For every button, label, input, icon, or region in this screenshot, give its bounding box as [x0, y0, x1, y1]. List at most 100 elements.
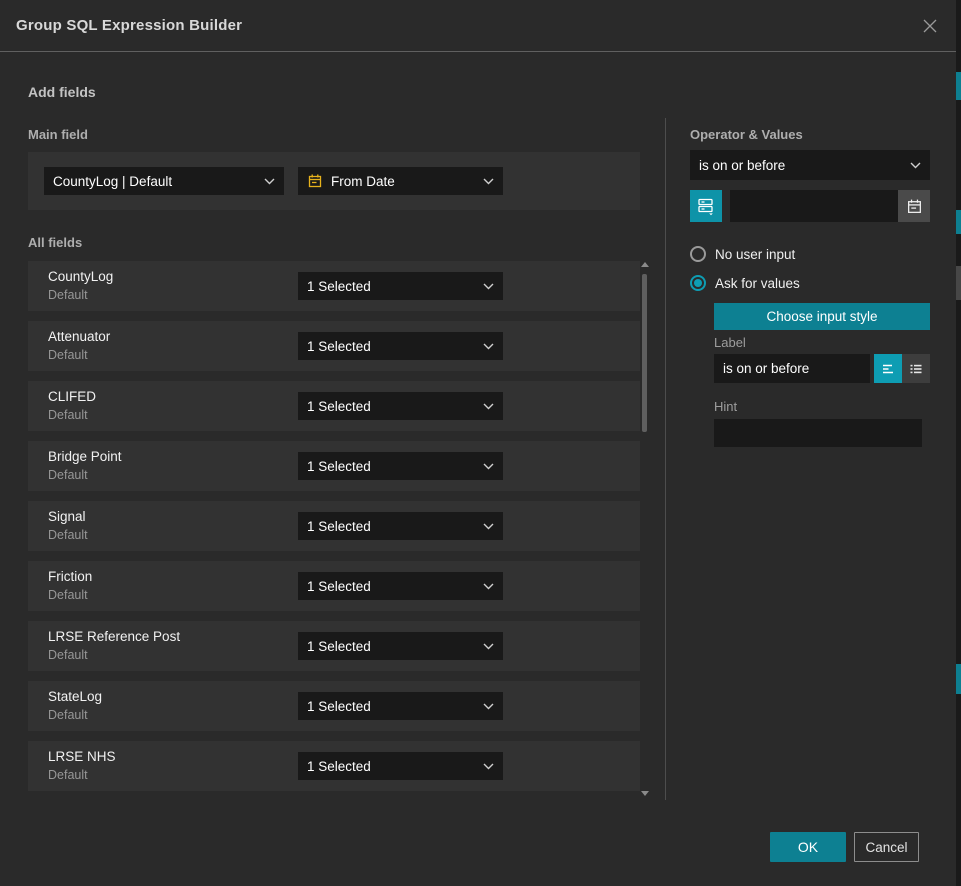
field-values-select[interactable]: 1 Selected [298, 572, 503, 600]
field-values-select[interactable]: 1 Selected [298, 512, 503, 540]
field-row: Friction Default 1 Selected [28, 561, 640, 611]
field-default-label: Default [48, 348, 88, 362]
scrollbar-thumb[interactable] [642, 274, 647, 432]
chevron-down-icon [483, 523, 494, 530]
field-row: Bridge Point Default 1 Selected [28, 441, 640, 491]
field-row: LRSE NHS Default 1 Selected [28, 741, 640, 791]
background-fragment [956, 266, 961, 300]
background-app-edge [956, 0, 961, 886]
chevron-down-icon [483, 403, 494, 410]
chevron-down-icon [483, 643, 494, 650]
input-style-line-toggle[interactable] [874, 354, 902, 383]
chevron-down-icon [910, 162, 921, 169]
field-values-select[interactable]: 1 Selected [298, 692, 503, 720]
main-field-select-value: From Date [331, 174, 477, 189]
stacked-values-icon [696, 196, 716, 216]
field-name: Bridge Point [48, 449, 122, 464]
field-name: Signal [48, 509, 86, 524]
align-left-icon [880, 361, 896, 377]
radio-ask-for-values[interactable]: Ask for values [690, 274, 800, 292]
radio-no-user-input[interactable]: No user input [690, 245, 795, 263]
hint-input[interactable] [714, 419, 922, 447]
field-default-label: Default [48, 588, 88, 602]
field-name: StateLog [48, 689, 102, 704]
field-default-label: Default [48, 288, 88, 302]
chevron-down-icon [483, 178, 494, 185]
group-sql-expression-builder-dialog: Group SQL Expression Builder Add fields … [0, 0, 961, 886]
radio-circle-icon [690, 246, 706, 262]
field-row: StateLog Default 1 Selected [28, 681, 640, 731]
label-field-label: Label [714, 335, 746, 350]
label-input[interactable] [714, 354, 870, 383]
value-input[interactable] [730, 190, 898, 222]
all-fields-label: All fields [28, 235, 82, 250]
radio-circle-icon [690, 275, 706, 291]
add-fields-heading: Add fields [28, 84, 96, 100]
selected-count: 1 Selected [307, 279, 477, 294]
field-values-select[interactable]: 1 Selected [298, 632, 503, 660]
date-picker-button[interactable] [898, 190, 930, 222]
field-values-select[interactable]: 1 Selected [298, 272, 503, 300]
scroll-down-icon[interactable] [641, 791, 649, 796]
field-row: Attenuator Default 1 Selected [28, 321, 640, 371]
input-style-list-toggle[interactable] [902, 354, 930, 383]
cancel-button[interactable]: Cancel [854, 832, 919, 862]
value-row [690, 190, 930, 222]
selected-count: 1 Selected [307, 459, 477, 474]
field-default-label: Default [48, 648, 88, 662]
chevron-down-icon [483, 283, 494, 290]
field-name: CountyLog [48, 269, 113, 284]
selected-count: 1 Selected [307, 639, 477, 654]
field-name: Attenuator [48, 329, 110, 344]
chevron-down-icon [483, 763, 494, 770]
list-scrollbar[interactable] [640, 260, 650, 800]
all-fields-list: CountyLog Default 1 Selected Attenuator … [28, 261, 640, 801]
main-field-select[interactable]: From Date [298, 167, 503, 195]
operator-select-value: is on or before [699, 158, 904, 173]
layer-select-value: CountyLog | Default [53, 174, 258, 189]
field-values-select[interactable]: 1 Selected [298, 332, 503, 360]
field-name: CLIFED [48, 389, 96, 404]
chevron-down-icon [483, 343, 494, 350]
operator-values-heading: Operator & Values [690, 127, 803, 142]
calendar-icon [906, 198, 923, 215]
choose-input-style-button[interactable]: Choose input style [714, 303, 930, 330]
dialog-title: Group SQL Expression Builder [16, 17, 242, 34]
main-field-row: CountyLog | Default From Date [28, 152, 640, 210]
field-default-label: Default [48, 468, 88, 482]
field-default-label: Default [48, 408, 88, 422]
selected-count: 1 Selected [307, 519, 477, 534]
field-default-label: Default [48, 708, 88, 722]
selected-count: 1 Selected [307, 699, 477, 714]
field-name: Friction [48, 569, 92, 584]
dialog-window: Group SQL Expression Builder Add fields … [0, 0, 956, 886]
field-row: Signal Default 1 Selected [28, 501, 640, 551]
chevron-down-icon [264, 178, 275, 185]
scroll-up-icon[interactable] [641, 262, 649, 267]
layer-select[interactable]: CountyLog | Default [44, 167, 284, 195]
field-values-select[interactable]: 1 Selected [298, 452, 503, 480]
field-row: CLIFED Default 1 Selected [28, 381, 640, 431]
background-fragment [956, 664, 961, 694]
radio-label: Ask for values [715, 276, 800, 291]
field-row: LRSE Reference Post Default 1 Selected [28, 621, 640, 671]
close-icon[interactable] [917, 13, 943, 39]
ok-button[interactable]: OK [770, 832, 846, 862]
field-default-label: Default [48, 528, 88, 542]
field-name: LRSE NHS [48, 749, 116, 764]
field-values-select[interactable]: 1 Selected [298, 752, 503, 780]
background-fragment [956, 72, 961, 100]
field-values-select[interactable]: 1 Selected [298, 392, 503, 420]
selected-count: 1 Selected [307, 339, 477, 354]
main-field-label: Main field [28, 127, 88, 142]
field-default-label: Default [48, 768, 88, 782]
radio-label: No user input [715, 247, 795, 262]
chevron-down-icon [483, 703, 494, 710]
bullet-list-icon [908, 361, 924, 377]
field-name: LRSE Reference Post [48, 629, 180, 644]
value-source-button[interactable] [690, 190, 722, 222]
operator-select[interactable]: is on or before [690, 150, 930, 180]
selected-count: 1 Selected [307, 579, 477, 594]
background-fragment [956, 210, 961, 234]
panel-divider [665, 118, 666, 800]
